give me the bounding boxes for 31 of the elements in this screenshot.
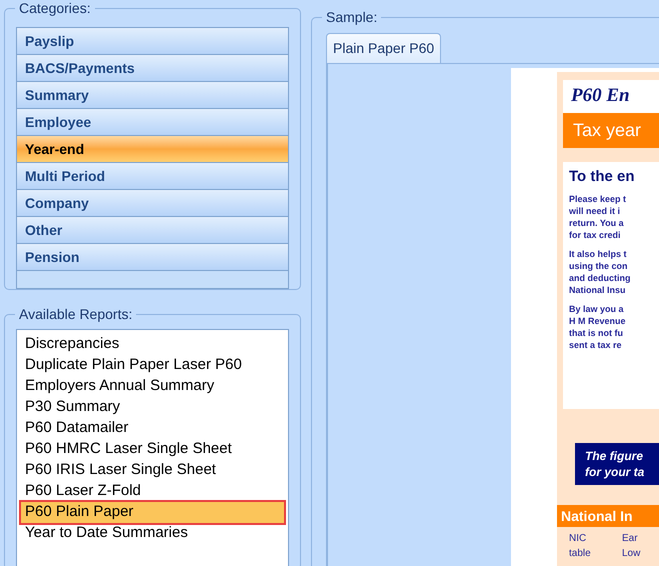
- report-item[interactable]: P60 Plain Paper: [21, 502, 284, 523]
- group-label: Categories:: [15, 0, 95, 17]
- report-item[interactable]: P30 Summary: [21, 397, 284, 418]
- report-item[interactable]: Employers Annual Summary: [21, 376, 284, 397]
- report-item[interactable]: P60 Datamailer: [21, 418, 284, 439]
- report-item[interactable]: Discrepancies: [21, 334, 284, 355]
- category-item[interactable]: Company: [17, 190, 288, 217]
- table-column-header: NIC table: [569, 532, 592, 561]
- info-banner: The figure for your ta: [575, 443, 659, 485]
- table-column-header: Ear Low: [622, 532, 642, 561]
- category-item[interactable]: Employee: [17, 109, 288, 136]
- category-item[interactable]: Multi Period: [17, 163, 288, 190]
- tab[interactable]: Plain Paper P60: [326, 33, 442, 63]
- category-item[interactable]: Payslip: [17, 28, 288, 55]
- category-item[interactable]: Summary: [17, 82, 288, 109]
- paragraph: Please keep t will need it i return. You a for tax credi: [569, 192, 628, 240]
- report-item[interactable]: Duplicate Plain Paper Laser P60: [21, 355, 284, 376]
- tax-year-bar: Tax year: [563, 113, 659, 148]
- document-title: P60 En: [563, 80, 659, 113]
- category-item[interactable]: Other: [17, 217, 288, 244]
- category-item[interactable]: Pension: [17, 244, 288, 271]
- report-item[interactable]: P60 HMRC Laser Single Sheet: [21, 439, 284, 460]
- report-item[interactable]: Year to Date Summaries: [21, 523, 284, 544]
- category-item[interactable]: Year-end: [17, 136, 288, 163]
- report-item[interactable]: P60 Laser Z-Fold: [21, 481, 284, 502]
- report-item[interactable]: P60 IRIS Laser Single Sheet: [21, 460, 284, 481]
- paragraph: It also helps t using the con and deducting National Insu: [569, 248, 632, 296]
- section-bar: National In: [557, 505, 659, 527]
- section-heading: To the en: [569, 167, 636, 187]
- paragraph: By law you a H M Revenue that is not fu sent a tax re: [569, 302, 627, 350]
- category-item[interactable]: BACS/Payments: [17, 55, 288, 82]
